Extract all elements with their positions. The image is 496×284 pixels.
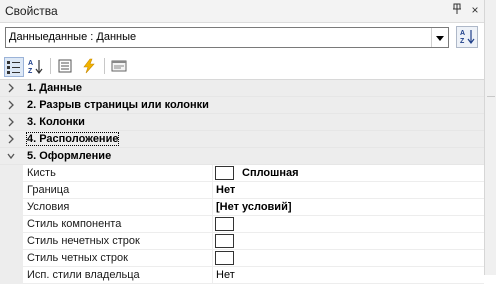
properties-icon[interactable] [56,57,74,75]
events-icon[interactable] [80,57,98,75]
column-divider [212,199,213,215]
column-divider [212,250,213,266]
properties-toolbar: A Z [0,53,484,80]
svg-text:Z: Z [460,38,465,45]
chevron-down-icon [436,36,444,41]
property-row-border[interactable]: Граница Нет [0,182,484,199]
property-name: Стиль нечетных строк [27,235,140,247]
category-label: 1. Данные [27,82,82,94]
object-selector-value: Данныеданные : Данные [9,31,137,43]
row-gutter [0,233,23,249]
row-gutter [0,165,23,181]
sort-az-icon: A Z [460,30,475,45]
rail-divider [487,96,495,97]
property-name: Кисть [27,167,56,179]
svg-text:Z: Z [28,68,33,75]
dropdown-arrow-button[interactable] [431,28,448,47]
column-divider [212,182,213,198]
toolbar-separator [104,58,105,74]
property-pages-icon[interactable] [110,57,128,75]
alphabetical-icon[interactable]: A Z [26,57,44,75]
property-grid: 1. Данные 2. Разрыв страницы или колонки… [0,80,484,284]
category-label: 2. Разрыв страницы или колонки [27,99,209,111]
column-divider [212,233,213,249]
property-row-brush[interactable]: Кисть Сплошная [0,165,484,182]
toolbar-separator [50,58,51,74]
category-data[interactable]: 1. Данные [0,80,484,97]
property-row-owner-styles[interactable]: Исп. стили владельца Нет [0,267,484,284]
property-value[interactable]: Нет [216,184,235,196]
row-gutter [0,267,23,283]
property-value[interactable]: Сплошная [242,167,299,179]
column-divider [212,165,213,181]
property-row-even-style[interactable]: Стиль четных строк [0,250,484,267]
svg-text:A: A [28,60,33,67]
property-name: Стиль компонента [27,218,122,230]
property-row-odd-style[interactable]: Стиль нечетных строк [0,233,484,250]
category-label: 4. Расположение [25,132,120,146]
svg-text:A: A [460,30,465,37]
categorized-icon[interactable] [4,57,24,77]
category-position[interactable]: 4. Расположение [0,131,484,148]
category-label: 3. Колонки [27,116,85,128]
pin-icon[interactable] [450,3,464,17]
sort-az-button[interactable]: A Z [456,26,478,48]
category-appearance[interactable]: 5. Оформление [0,148,484,165]
chevron-right-icon[interactable] [6,81,16,95]
object-selector[interactable]: Данныеданные : Данные [5,27,449,48]
side-scroll-rail [484,0,496,275]
row-gutter [0,216,23,232]
style-swatch[interactable] [215,234,234,248]
chevron-right-icon[interactable] [6,115,16,129]
property-row-component-style[interactable]: Стиль компонента [0,216,484,233]
category-columns[interactable]: 3. Колонки [0,114,484,131]
row-gutter [0,199,23,215]
chevron-right-icon[interactable] [6,98,16,112]
category-page-break[interactable]: 2. Разрыв страницы или колонки [0,97,484,114]
chevron-down-icon[interactable] [6,149,16,163]
style-swatch[interactable] [215,217,234,231]
property-value[interactable]: [Нет условий] [216,201,292,213]
row-gutter [0,250,23,266]
property-row-conditions[interactable]: Условия [Нет условий] [0,199,484,216]
panel-title: Свойства [5,4,58,18]
category-label: 5. Оформление [27,150,112,162]
chevron-right-icon[interactable] [6,132,16,146]
column-divider [212,267,213,283]
property-name: Исп. стили владельца [27,269,140,281]
property-name: Стиль четных строк [27,252,128,264]
properties-panel: Свойства × Данныеданные : Данные A Z A Z… [0,0,484,284]
style-swatch[interactable] [215,251,234,265]
panel-titlebar: Свойства × [0,0,484,23]
color-swatch[interactable] [215,166,234,180]
row-gutter [0,182,23,198]
column-divider [212,216,213,232]
property-name: Граница [27,184,70,196]
close-icon[interactable]: × [468,3,482,17]
property-name: Условия [27,201,70,213]
property-value[interactable]: Нет [216,269,235,281]
